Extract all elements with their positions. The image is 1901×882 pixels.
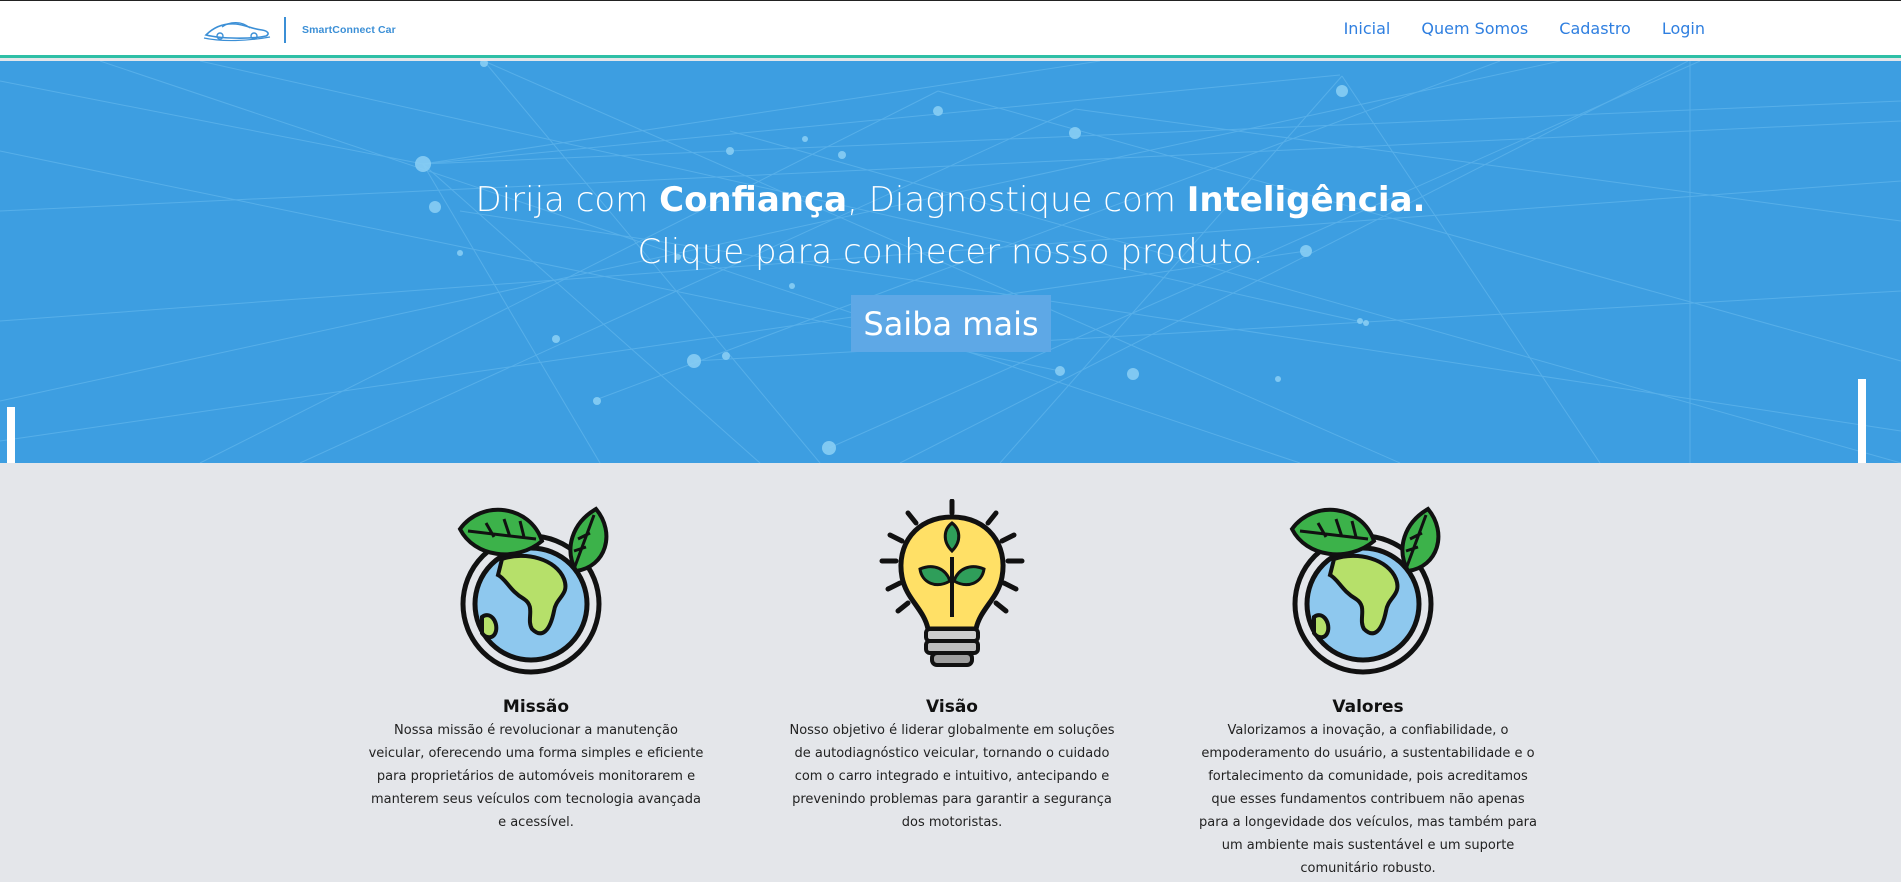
car-logo-icon <box>203 22 271 42</box>
lightbulb-plant-icon <box>879 499 1025 667</box>
feature-missao: Missão Nossa missão é revolucionar a man… <box>366 463 706 834</box>
feature-title: Missão <box>502 697 570 717</box>
feature-description: Nosso objetivo é liderar globalmente em … <box>789 723 1115 830</box>
brand-logo[interactable]: SmartConnect Car <box>202 17 396 43</box>
features-section: Missão Nossa missão é revolucionar a man… <box>0 463 1901 882</box>
hero-emphasis-confianca: Confiança <box>659 180 848 220</box>
hero-emphasis-inteligencia: Inteligência. <box>1186 180 1426 220</box>
nav-link-quem-somos[interactable]: Quem Somos <box>1421 19 1528 38</box>
feature-description: Valorizamos a inovação, a confiabilidade… <box>1199 723 1537 876</box>
hero-headline-line1: Dirija com Confiança, Diagnostique com I… <box>0 174 1901 226</box>
feature-valores: Valores Valorizamos a inovação, a confia… <box>1198 463 1538 880</box>
navbar: SmartConnect Car Inicial Quem Somos Cada… <box>0 1 1901 58</box>
saiba-mais-button[interactable]: Saiba mais <box>851 295 1051 352</box>
globe-leaf-icon <box>457 506 609 675</box>
hero-headline: Dirija com Confiança, Diagnostique com I… <box>0 174 1901 278</box>
nav-link-cadastro[interactable]: Cadastro <box>1559 19 1631 38</box>
nav-link-inicial[interactable]: Inicial <box>1344 19 1391 38</box>
feature-title: Valores <box>1332 697 1404 717</box>
feature-description: Nossa missão é revolucionar a manutenção… <box>368 723 704 830</box>
hero-subtitle: Clique para conhecer nosso produto. <box>637 232 1264 272</box>
nav-link-login[interactable]: Login <box>1662 19 1705 38</box>
brand-separator <box>284 17 286 43</box>
hero-edge-right <box>1858 379 1866 463</box>
hero-text-segment: , Diagnostique com <box>847 180 1187 220</box>
main-nav: Inicial Quem Somos Cadastro Login <box>1344 19 1705 38</box>
feature-visao: Visão Nosso objetivo é liderar globalmen… <box>782 463 1122 834</box>
brand-name: SmartConnect Car <box>302 24 396 36</box>
globe-leaf-icon <box>1289 506 1441 675</box>
feature-title: Visão <box>926 697 978 717</box>
hero-edge-left <box>7 407 15 463</box>
hero-text-segment: Dirija com <box>475 180 660 220</box>
hero-banner: Dirija com Confiança, Diagnostique com I… <box>0 61 1901 463</box>
